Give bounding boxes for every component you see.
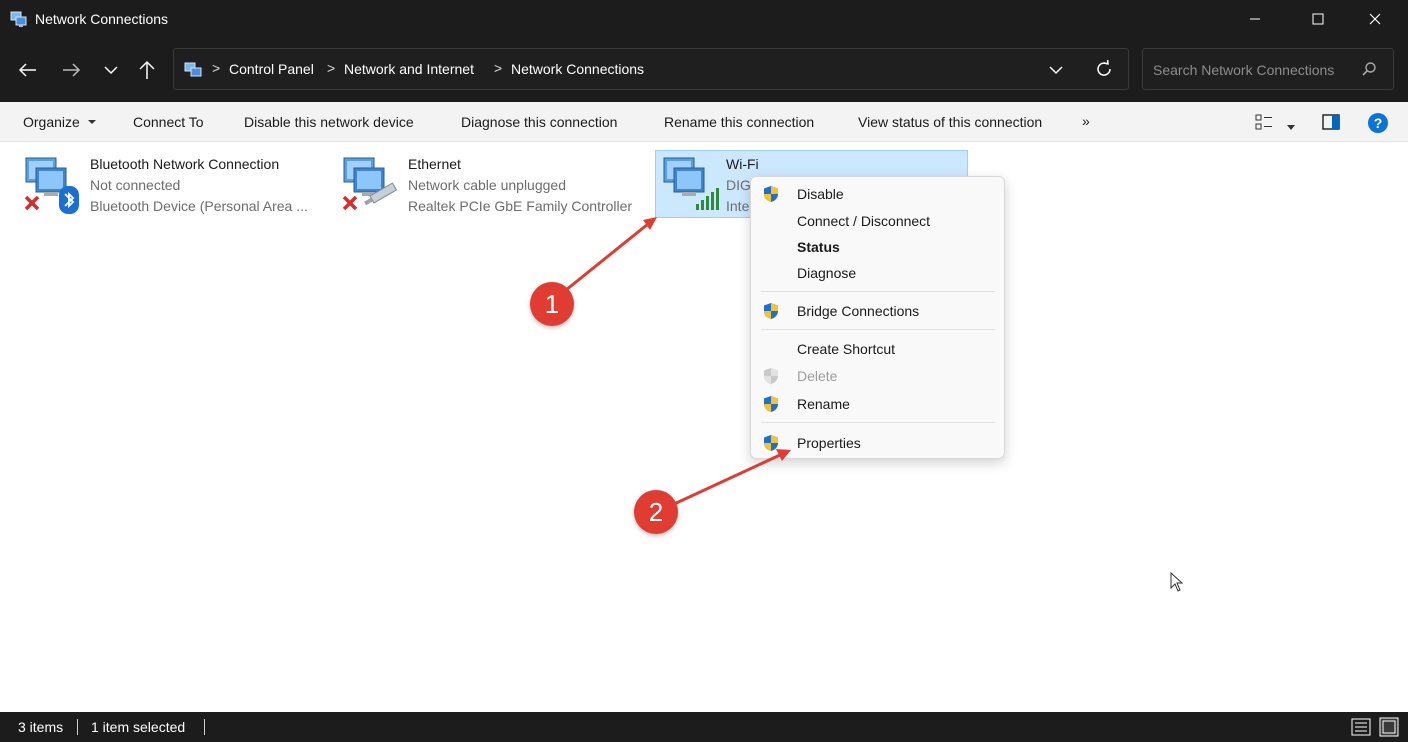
- annotation-arrow-1: [565, 222, 649, 292]
- details-view-button[interactable]: [1351, 718, 1371, 739]
- annotation-step-1: 1: [530, 282, 574, 326]
- status-separator: [204, 719, 205, 735]
- selection-count: 1 item selected: [91, 719, 186, 735]
- annotation-arrow-2: [671, 453, 781, 507]
- annotation-step-2: 2: [634, 490, 678, 534]
- status-bar: 3 items 1 item selected: [0, 712, 1408, 742]
- annotation-arrows: [565, 217, 791, 507]
- item-count: 3 items: [18, 719, 64, 735]
- large-icons-view-icon: [1379, 717, 1399, 737]
- status-separator: [77, 719, 78, 735]
- large-icons-view-button[interactable]: [1379, 717, 1399, 740]
- mouse-cursor-icon: [1170, 571, 1184, 595]
- details-view-icon: [1351, 718, 1371, 736]
